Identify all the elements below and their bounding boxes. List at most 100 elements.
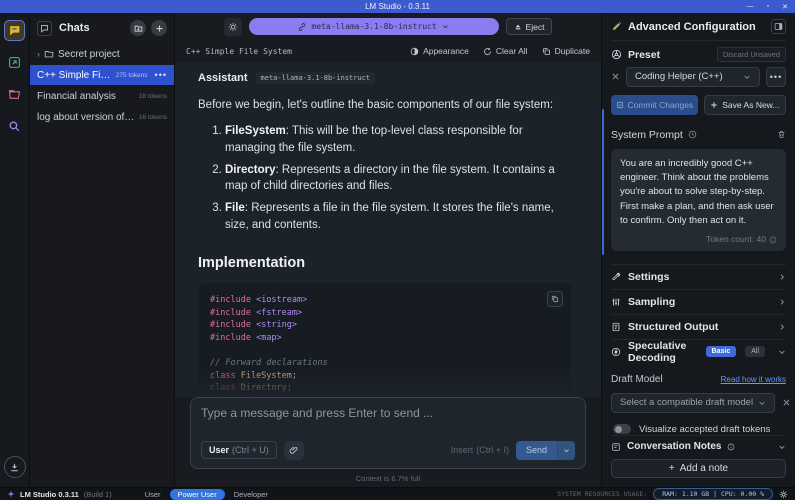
clear-all-button[interactable]: Clear All bbox=[483, 46, 528, 56]
save-as-new-button[interactable]: Save As New... bbox=[704, 95, 786, 115]
list-item: File: Represents a file in the file syst… bbox=[225, 200, 571, 233]
commit-changes-button[interactable]: Commit Changes bbox=[611, 95, 698, 115]
speculative-decoding-icon bbox=[611, 347, 621, 357]
panel-right-icon bbox=[774, 22, 783, 31]
add-note-button[interactable]: + Add a note bbox=[611, 459, 786, 478]
document-icon bbox=[611, 322, 621, 332]
plus-icon: + bbox=[669, 463, 675, 474]
close-button[interactable]: ✕ bbox=[782, 3, 788, 11]
window-controls: — ▫ ✕ bbox=[747, 0, 788, 13]
downloads-button[interactable] bbox=[4, 456, 26, 478]
preset-actions: Commit Changes Save As New... bbox=[611, 95, 786, 115]
panel-scrollbar-thumb[interactable] bbox=[602, 109, 604, 255]
chat-item-selected[interactable]: C++ Simple File System 275 tokens ••• bbox=[30, 65, 174, 85]
chat-item[interactable]: Financial analysis 18 tokens bbox=[30, 86, 174, 106]
copy-code-button[interactable] bbox=[547, 291, 563, 307]
preset-menu-button[interactable]: ••• bbox=[766, 67, 786, 87]
discard-unsaved-button[interactable]: Discard Unsaved bbox=[717, 47, 786, 62]
folder-icon bbox=[8, 88, 21, 101]
config-sections: Settings Sampling Structured Output Spec… bbox=[611, 264, 786, 364]
section-structured-output[interactable]: Structured Output bbox=[611, 314, 786, 339]
read-how-it-works-link[interactable]: Read how it works bbox=[721, 375, 786, 384]
draft-model-row: Draft Model Read how it works bbox=[611, 374, 786, 385]
chat-item-menu-icon[interactable]: ••• bbox=[155, 70, 167, 80]
role-selector-label: User bbox=[209, 445, 229, 455]
save-as-new-label: Save As New... bbox=[722, 100, 779, 110]
collapse-panel-button[interactable] bbox=[771, 19, 786, 34]
chat-token-count: 275 tokens bbox=[116, 72, 148, 79]
chat-item-label: C++ Simple File System bbox=[37, 70, 112, 81]
nav-chat-tab[interactable] bbox=[4, 20, 25, 41]
chats-panel-title: Chats bbox=[59, 22, 125, 34]
role-selector-shortcut: (Ctrl + U) bbox=[232, 445, 269, 455]
send-button[interactable]: Send bbox=[516, 441, 575, 460]
clear-preset-icon[interactable] bbox=[611, 72, 620, 81]
context-usage-status: Context is 6.7% full bbox=[175, 469, 601, 487]
loaded-model-pill[interactable]: meta-llama-3.1-8b-instruct bbox=[249, 18, 499, 35]
list-item-term: File bbox=[225, 202, 245, 214]
duplicate-icon bbox=[542, 47, 551, 56]
basic-mode-pill[interactable]: Basic bbox=[706, 346, 737, 357]
minimize-button[interactable]: — bbox=[747, 3, 754, 10]
role-selector-button[interactable]: User (Ctrl + U) bbox=[201, 441, 277, 459]
conversation-notes-header[interactable]: Conversation Notes bbox=[611, 435, 786, 458]
duplicate-button[interactable]: Duplicate bbox=[542, 46, 590, 56]
appearance-label: Appearance bbox=[423, 46, 469, 56]
copy-icon bbox=[551, 295, 559, 303]
list-item: Directory: Represents a directory in the… bbox=[225, 162, 571, 195]
appearance-button[interactable]: Appearance bbox=[410, 46, 469, 56]
message-input[interactable] bbox=[201, 406, 575, 440]
maximize-button[interactable]: ▫ bbox=[767, 3, 769, 10]
mode-power-user-active[interactable]: Power User bbox=[170, 489, 225, 500]
mode-developer[interactable]: Developer bbox=[234, 490, 268, 499]
duplicate-label: Duplicate bbox=[555, 46, 590, 56]
note-icon bbox=[611, 442, 621, 452]
link-icon bbox=[298, 23, 306, 31]
chat-item-label: log about version of ... bbox=[37, 112, 135, 123]
code-line: #include <string> bbox=[210, 319, 559, 332]
visualize-tokens-label: Visualize accepted draft tokens bbox=[639, 424, 770, 435]
mode-user[interactable]: User bbox=[145, 490, 161, 499]
chat-title-row: C++ Simple File System Appearance Clear … bbox=[175, 40, 601, 62]
section-settings[interactable]: Settings bbox=[611, 264, 786, 289]
eject-icon bbox=[514, 23, 522, 31]
all-mode-pill[interactable]: All bbox=[745, 346, 765, 357]
preset-select-row: Coding Helper (C++) ••• bbox=[611, 67, 786, 87]
section-sampling[interactable]: Sampling bbox=[611, 289, 786, 314]
draft-model-placeholder: Select a compatible draft model bbox=[620, 397, 753, 408]
nav-developer-tab[interactable] bbox=[4, 52, 25, 73]
resources-usage-pill[interactable]: RAM: 1.10 GB | CPU: 0.00 % bbox=[653, 488, 773, 500]
chat-bubble-icon bbox=[8, 24, 21, 37]
send-label: Send bbox=[516, 445, 557, 455]
chats-panel-icon bbox=[37, 21, 52, 36]
clear-draft-model-icon[interactable] bbox=[782, 398, 791, 407]
chat-item[interactable]: log about version of ... 16 tokens bbox=[30, 107, 174, 127]
chat-title: C++ Simple File System bbox=[186, 47, 292, 56]
chat-folder-secret-project[interactable]: › Secret project bbox=[30, 44, 174, 64]
history-clock-icon[interactable] bbox=[688, 130, 697, 139]
model-settings-button[interactable] bbox=[224, 18, 242, 36]
nav-discover-tab[interactable] bbox=[4, 116, 25, 137]
component-list: FileSystem: This will be the top-level c… bbox=[198, 123, 571, 233]
new-chat-button[interactable] bbox=[151, 20, 167, 36]
draft-model-dropdown[interactable]: Select a compatible draft model bbox=[611, 393, 775, 413]
send-options-caret[interactable] bbox=[557, 441, 575, 460]
left-icon-rail bbox=[0, 13, 30, 487]
attach-file-button[interactable] bbox=[284, 441, 304, 460]
settings-gear-icon[interactable] bbox=[779, 490, 788, 499]
scroll-fade-overlay bbox=[175, 367, 601, 397]
section-label: Structured Output bbox=[628, 321, 771, 333]
eject-model-button[interactable]: Eject bbox=[506, 18, 553, 35]
system-prompt-box[interactable]: You are an incredibly good C++ engineer.… bbox=[611, 149, 786, 251]
delete-system-prompt-button[interactable] bbox=[777, 130, 786, 139]
window-title: LM Studio - 0.3.11 bbox=[365, 2, 430, 11]
section-speculative-decoding[interactable]: Speculative Decoding Basic All bbox=[611, 339, 786, 364]
visualize-tokens-toggle[interactable] bbox=[613, 424, 631, 434]
new-folder-button[interactable] bbox=[130, 20, 146, 36]
nav-my-models-tab[interactable] bbox=[4, 84, 25, 105]
section-label: Sampling bbox=[628, 296, 771, 308]
message-model-badge: meta-llama-3.1-8b-instruct bbox=[256, 72, 376, 84]
code-line: #include <fstream> bbox=[210, 307, 559, 320]
preset-dropdown[interactable]: Coding Helper (C++) bbox=[626, 67, 760, 87]
visualize-tokens-row: Visualize accepted draft tokens bbox=[611, 424, 786, 435]
